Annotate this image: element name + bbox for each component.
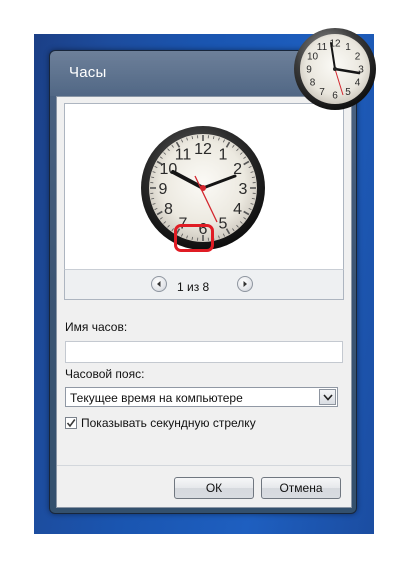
clock-numeral: 11 xyxy=(175,146,192,163)
clock-numeral: 7 xyxy=(319,87,325,98)
previous-clock-button[interactable] xyxy=(151,276,167,292)
clock-numeral: 5 xyxy=(219,216,228,233)
show-seconds-checkbox[interactable] xyxy=(65,417,77,429)
cancel-button[interactable]: Отмена xyxy=(261,477,341,499)
clock-numeral: 1 xyxy=(345,42,351,53)
ok-button[interactable]: ОК xyxy=(174,477,254,499)
clock-numeral: 6 xyxy=(332,91,338,102)
clock-gadget-thumbnail: 12 1234567891011 xyxy=(294,28,376,110)
timezone-select[interactable]: Текущее время на компьютере xyxy=(65,387,338,407)
next-button-highlight xyxy=(174,224,214,252)
pager-count: 1 из 8 xyxy=(177,280,210,294)
chevron-right-icon xyxy=(243,281,247,287)
timezone-label: Часовой пояс: xyxy=(65,367,145,381)
dialog-title: Часы xyxy=(69,64,107,81)
clock-numeral: 12 xyxy=(194,141,212,158)
next-clock-button[interactable] xyxy=(237,276,253,292)
button-divider xyxy=(57,465,351,466)
clock-numeral: 8 xyxy=(310,78,316,89)
clock-numeral: 4 xyxy=(355,78,361,89)
clock-numeral: 9 xyxy=(306,65,312,76)
clock-name-label: Имя часов: xyxy=(65,320,128,334)
dialog-client-area: 12 1 2 3 4 5 6 7 8 9 10 11 1 из 8 Имя часов: Часово… xyxy=(56,96,352,508)
clock-numeral: 3 xyxy=(239,181,248,198)
clock-numeral: 5 xyxy=(345,87,351,98)
clock-numeral: 11 xyxy=(317,42,328,53)
clock-numeral: 8 xyxy=(164,201,173,218)
clock-numeral: 9 xyxy=(159,181,168,198)
clock-name-input[interactable] xyxy=(65,341,343,363)
timezone-selected-value: Текущее время на компьютере xyxy=(70,391,243,405)
chevron-left-icon xyxy=(157,281,161,287)
clock-numeral: 2 xyxy=(355,52,361,63)
clock-settings-dialog: Часы 12 1 2 3 4 5 6 7 8 9 10 11 1 из 8 И… xyxy=(49,50,357,514)
clock-numeral: 1 xyxy=(219,146,228,163)
clock-numeral: 4 xyxy=(233,201,242,218)
checkmark-icon xyxy=(66,419,76,428)
dropdown-arrow-button[interactable] xyxy=(319,389,336,405)
show-seconds-label: Показывать секундную стрелку xyxy=(81,416,256,430)
clock-numeral: 10 xyxy=(160,161,178,178)
clock-numeral: 10 xyxy=(307,52,319,63)
chevron-down-icon xyxy=(322,393,333,401)
